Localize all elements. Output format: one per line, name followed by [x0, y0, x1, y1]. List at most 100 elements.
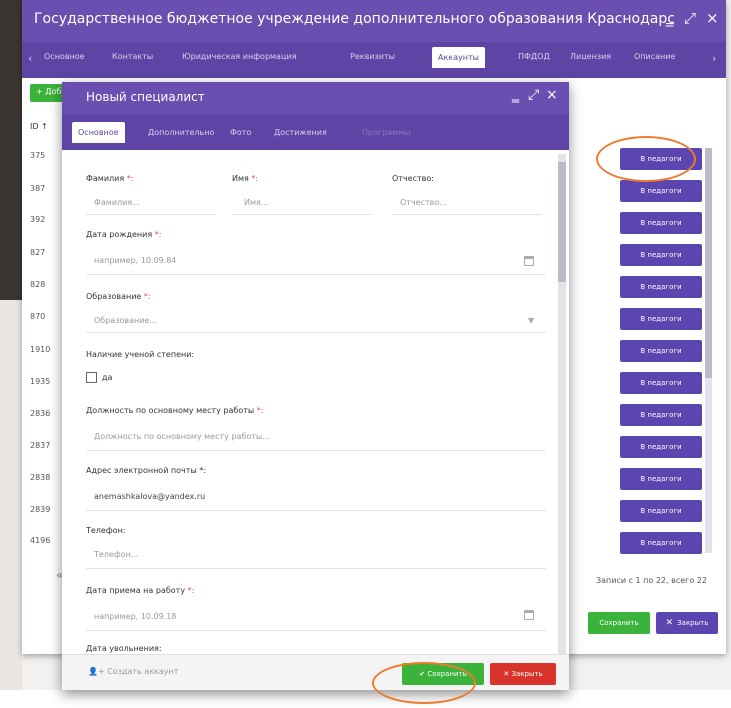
table-row-id: 4196: [30, 536, 51, 545]
annotation-ellipse-save: [372, 662, 476, 704]
degree-checkbox-label[interactable]: да: [102, 373, 112, 382]
to-teachers-button[interactable]: В педагоги: [620, 372, 702, 394]
firstname-underline: [232, 214, 372, 215]
dialog-scrollbar-thumb[interactable]: [558, 162, 566, 282]
tab-main[interactable]: Основное: [72, 122, 125, 143]
email-field[interactable]: anemashkalova@yandex.ru: [94, 492, 205, 501]
dialog-scrollbar[interactable]: [558, 154, 566, 654]
table-row-id: 387: [30, 184, 46, 193]
maximize-icon[interactable]: ⤢: [528, 87, 539, 103]
hire-date-underline: [86, 630, 546, 631]
firstname-label: Имя *:: [232, 174, 259, 183]
organization-window-title: Государственное бюджетное учреждение доп…: [34, 11, 674, 27]
lastname-input[interactable]: Фамилия...: [94, 198, 140, 207]
table-row-id: 375: [30, 151, 46, 160]
minimize-icon[interactable]: ‗: [512, 87, 519, 103]
new-specialist-title: Новый специалист: [86, 90, 205, 104]
patronymic-label: Отчество:: [392, 174, 434, 183]
to-teachers-button[interactable]: В педагоги: [620, 340, 702, 362]
dismissal-date-label: Дата увольнения:: [86, 644, 162, 653]
new-specialist-titlebar: Новый специалист ‗ ⤢ ×: [62, 82, 569, 114]
accounts-scrollbar[interactable]: [705, 148, 712, 553]
to-teachers-button[interactable]: В педагоги: [620, 436, 702, 458]
tab-description[interactable]: Описание: [634, 52, 675, 61]
degree-checkbox[interactable]: [86, 372, 97, 383]
position-underline: [86, 450, 546, 451]
education-select[interactable]: Образование...: [94, 316, 157, 325]
lastname-underline: [86, 214, 216, 215]
create-account-link[interactable]: 👤+ Создать аккаунт: [88, 667, 178, 676]
organization-close-button[interactable]: ✕ Закрыть: [656, 612, 718, 634]
patronymic-underline: [392, 214, 542, 215]
tab-pfdod[interactable]: ПФДОД: [518, 52, 550, 61]
table-row-id: 392: [30, 215, 46, 224]
id-column-header[interactable]: ID ↑: [30, 122, 48, 131]
to-teachers-button[interactable]: В педагоги: [620, 404, 702, 426]
education-underline: [86, 332, 546, 333]
close-icon[interactable]: ×: [706, 9, 719, 27]
accounts-scrollbar-thumb[interactable]: [705, 148, 712, 378]
background-dark-object: [0, 0, 22, 300]
position-input[interactable]: Должность по основному месту работы...: [94, 432, 270, 441]
tab-contacts[interactable]: Контакты: [112, 52, 153, 61]
table-row-id: 2839: [30, 505, 51, 514]
tab-accounts[interactable]: Аккаунты: [432, 47, 485, 68]
degree-label: Наличие ученой степени:: [86, 350, 195, 359]
to-teachers-button[interactable]: В педагоги: [620, 500, 702, 522]
table-row-id: 828: [30, 280, 46, 289]
table-row-id: 1910: [30, 345, 51, 354]
lastname-label: Фамилия *:: [86, 174, 134, 183]
tabs-scroll-right-icon[interactable]: ›: [712, 52, 716, 65]
organization-close-label: Закрыть: [677, 619, 709, 627]
to-teachers-button[interactable]: В педагоги: [620, 308, 702, 330]
table-row-id: 870: [30, 312, 46, 321]
table-row-id: 1935: [30, 377, 51, 386]
birthdate-input[interactable]: например, 10.09.84: [94, 256, 176, 265]
tab-photo[interactable]: Фото: [230, 128, 251, 137]
tab-legal-info[interactable]: Юридическая информация: [182, 52, 296, 61]
tab-license[interactable]: Лицензия: [570, 52, 611, 61]
education-label: Образование *:: [86, 292, 151, 301]
chevron-down-icon[interactable]: ▼: [528, 316, 534, 325]
close-icon[interactable]: ×: [546, 87, 558, 103]
email-label: Адрес электронной почты *:: [86, 466, 207, 475]
tab-programs[interactable]: Программы: [362, 128, 411, 137]
user-plus-icon: 👤+: [88, 667, 108, 676]
position-label: Должность по основному месту работы *:: [86, 406, 264, 415]
organization-window-titlebar: Государственное бюджетное учреждение доп…: [22, 0, 726, 42]
specialist-tab-bar: Основное Дополнительно Фото Достижения П…: [62, 114, 569, 150]
phone-underline: [86, 568, 546, 569]
tab-requisites[interactable]: Реквизиты: [350, 52, 395, 61]
maximize-icon[interactable]: ⤢: [684, 9, 696, 27]
to-teachers-button[interactable]: В педагоги: [620, 276, 702, 298]
dialog-footer: 👤+ Создать аккаунт ✔ Сохранить ✕ Закрыть: [62, 654, 569, 690]
to-teachers-button[interactable]: В педагоги: [620, 468, 702, 490]
minimize-icon[interactable]: ‗: [666, 9, 674, 27]
organization-save-button[interactable]: Сохранить: [588, 612, 650, 634]
new-specialist-dialog: Новый специалист ‗ ⤢ × Основное Дополнит…: [62, 82, 569, 690]
tab-additional[interactable]: Дополнительно: [148, 128, 214, 137]
hire-date-label: Дата приема на работу *:: [86, 586, 195, 595]
to-teachers-button[interactable]: В педагоги: [620, 244, 702, 266]
calendar-icon[interactable]: [524, 256, 534, 266]
tabs-scroll-left-icon[interactable]: ‹: [28, 52, 32, 65]
table-row-id: 827: [30, 248, 46, 257]
background-paper-bottom: [0, 690, 731, 708]
to-teachers-button[interactable]: В педагоги: [620, 180, 702, 202]
table-row-id: 2836: [30, 409, 51, 418]
annotation-ellipse-to-teachers: [596, 136, 696, 182]
tab-main[interactable]: Основное: [44, 52, 85, 61]
patronymic-input[interactable]: Отчество...: [400, 198, 447, 207]
table-row-id: 2838: [30, 473, 51, 482]
table-row-id: 2837: [30, 441, 51, 450]
close-button[interactable]: ✕ Закрыть: [490, 663, 556, 685]
firstname-input[interactable]: Имя...: [244, 198, 268, 207]
calendar-icon[interactable]: [524, 610, 534, 620]
hire-date-input[interactable]: например, 10.09.18: [94, 612, 176, 621]
to-teachers-button[interactable]: В педагоги: [620, 532, 702, 554]
to-teachers-button[interactable]: В педагоги: [620, 212, 702, 234]
birthdate-underline: [86, 274, 546, 275]
phone-input[interactable]: Телефон...: [94, 550, 138, 559]
records-count: Записи с 1 по 22, всего 22: [596, 576, 707, 585]
tab-achievements[interactable]: Достижения: [274, 128, 327, 137]
